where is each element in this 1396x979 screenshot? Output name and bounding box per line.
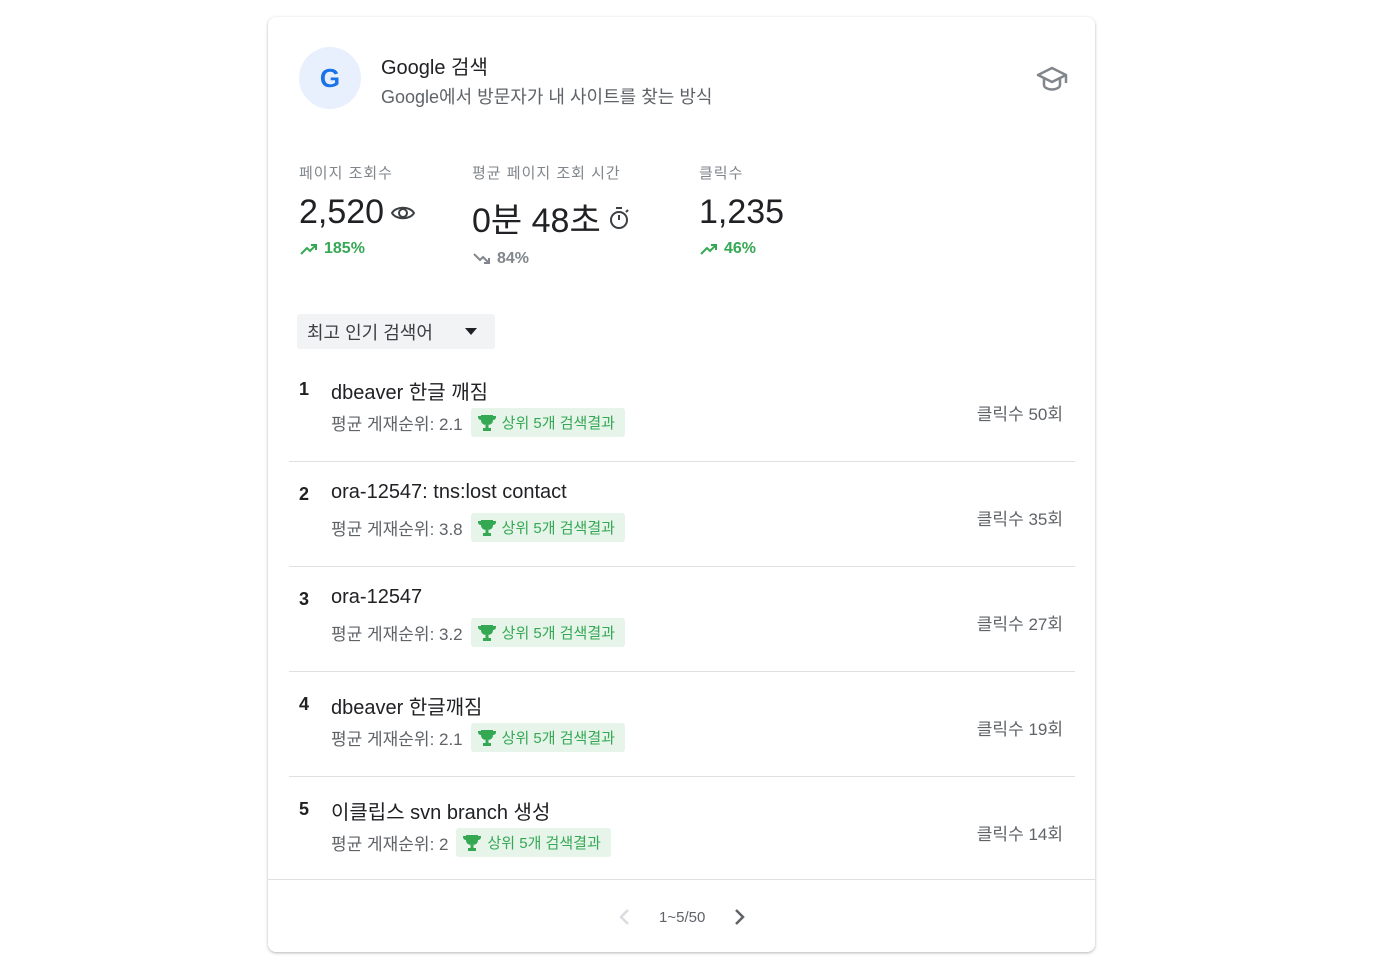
chevron-left-icon[interactable] [613, 905, 637, 929]
trending-up-icon [300, 244, 317, 255]
trophy-icon [477, 414, 496, 431]
pagination: 1~5/50 [613, 905, 751, 929]
badge-text: 상위 5개 검색결과 [501, 730, 615, 747]
metric-avg-time: 평균 페이지 조회 시간 0분 48초 84% [472, 162, 631, 268]
query-text: dbeaver 한글깨짐 [331, 697, 483, 719]
top5-badge: 상위 5개 검색결과 [470, 618, 625, 647]
query-detail: 평균 게재순위: 2.1 상위 5개 검색결과 [331, 723, 625, 752]
metric-label: 평균 페이지 조회 시간 [472, 165, 621, 182]
card-title: Google 검색 [381, 57, 488, 79]
graduation-cap-icon[interactable] [1035, 65, 1069, 93]
dropdown-selected-label: 최고 인기 검색어 [307, 322, 433, 343]
trophy-icon [463, 834, 482, 851]
metric-value-row: 2,520 [299, 193, 416, 232]
query-clicks: 클릭수 19회 [976, 720, 1063, 739]
metric-change: 185% [299, 240, 416, 258]
metric-value-row: 1,235 [699, 193, 784, 232]
query-detail: 평균 게재순위: 3.8 상위 5개 검색결과 [331, 513, 625, 542]
query-rank: 2 [299, 484, 310, 504]
query-detail: 평균 게재순위: 2 상위 5개 검색결과 [331, 828, 611, 857]
caret-down-icon [465, 328, 477, 335]
query-row[interactable]: 3 ora-12547 평균 게재순위: 3.2 상위 5개 검색결과 클릭수 … [289, 567, 1075, 672]
page-indicator: 1~5/50 [659, 908, 706, 926]
top5-badge: 상위 5개 검색결과 [470, 723, 625, 752]
metric-value-row: 0분 48초 [472, 193, 631, 242]
metric-value: 2,520 [299, 193, 385, 231]
metric-value: 1,235 [699, 193, 785, 231]
metric-change: 46% [699, 240, 784, 258]
query-clicks: 클릭수 27회 [976, 615, 1063, 634]
badge-text: 상위 5개 검색결과 [501, 520, 615, 537]
metric-change-value: 46% [724, 240, 757, 257]
metric-label: 클릭수 [699, 165, 744, 182]
eye-icon [390, 206, 416, 219]
avg-position: 평균 게재순위: 2.1 [331, 730, 463, 749]
top5-badge: 상위 5개 검색결과 [470, 513, 625, 542]
top-queries-dropdown[interactable]: 최고 인기 검색어 [297, 314, 495, 349]
query-text: ora-12547 [331, 586, 423, 608]
trophy-icon [477, 624, 496, 641]
query-clicks: 클릭수 35회 [976, 510, 1063, 529]
top5-badge: 상위 5개 검색결과 [470, 408, 625, 437]
badge-text: 상위 5개 검색결과 [501, 625, 615, 642]
avg-position: 평균 게재순위: 3.2 [331, 625, 463, 644]
query-text: 이클립스 svn branch 생성 [331, 802, 551, 824]
avg-position: 평균 게재순위: 2 [331, 835, 449, 854]
stopwatch-icon [609, 206, 629, 229]
search-console-card: G Google 검색 Google에서 방문자가 내 사이트를 찾는 방식 페… [268, 17, 1095, 952]
google-logo: G [299, 47, 361, 109]
metric-label: 페이지 조회수 [299, 165, 393, 182]
query-row[interactable]: 4 dbeaver 한글깨짐 평균 게재순위: 2.1 상위 5개 검색결과 클… [289, 672, 1075, 777]
query-text: dbeaver 한글 깨짐 [331, 382, 488, 404]
card-footer: 1~5/50 [268, 879, 1095, 953]
query-text: ora-12547: tns:lost contact [331, 481, 567, 503]
top5-badge: 상위 5개 검색결과 [456, 828, 611, 857]
query-list: 1 dbeaver 한글 깨짐 평균 게재순위: 2.1 상위 5개 검색결과 … [289, 357, 1075, 881]
metric-change-value: 185% [324, 240, 365, 257]
card-subtitle: Google에서 방문자가 내 사이트를 찾는 방식 [381, 87, 713, 107]
avg-position: 평균 게재순위: 2.1 [331, 415, 463, 434]
query-detail: 평균 게재순위: 3.2 상위 5개 검색결과 [331, 618, 625, 647]
avg-position: 평균 게재순위: 3.8 [331, 520, 463, 539]
google-logo-letter: G [319, 62, 341, 93]
query-rank: 4 [299, 694, 310, 714]
trending-up-icon [700, 244, 717, 255]
metric-page-views: 페이지 조회수 2,520 185% [299, 162, 416, 258]
query-rank: 5 [299, 799, 310, 819]
trophy-icon [477, 519, 496, 536]
query-row[interactable]: 1 dbeaver 한글 깨짐 평균 게재순위: 2.1 상위 5개 검색결과 … [289, 357, 1075, 462]
badge-text: 상위 5개 검색결과 [501, 415, 615, 432]
trending-down-icon [473, 253, 490, 264]
query-row[interactable]: 5 이클립스 svn branch 생성 평균 게재순위: 2 상위 5개 검색… [289, 777, 1075, 881]
metric-value: 0분 48초 [472, 202, 601, 240]
query-clicks: 클릭수 50회 [976, 405, 1063, 424]
query-clicks: 클릭수 14회 [976, 825, 1063, 844]
metric-change-value: 84% [497, 250, 530, 267]
trophy-icon [477, 729, 496, 746]
metrics-section: 페이지 조회수 2,520 185% 평균 페이지 조회 시간 0분 48초 8… [299, 162, 999, 272]
query-rank: 3 [299, 589, 310, 609]
query-row[interactable]: 2 ora-12547: tns:lost contact 평균 게재순위: 3… [289, 462, 1075, 567]
chevron-right-icon[interactable] [727, 905, 751, 929]
card-header: G Google 검색 Google에서 방문자가 내 사이트를 찾는 방식 [299, 47, 1069, 111]
query-detail: 평균 게재순위: 2.1 상위 5개 검색결과 [331, 408, 625, 437]
query-rank: 1 [299, 379, 310, 399]
badge-text: 상위 5개 검색결과 [487, 835, 601, 852]
metric-clicks: 클릭수 1,235 46% [699, 162, 784, 258]
metric-change: 84% [472, 250, 631, 268]
